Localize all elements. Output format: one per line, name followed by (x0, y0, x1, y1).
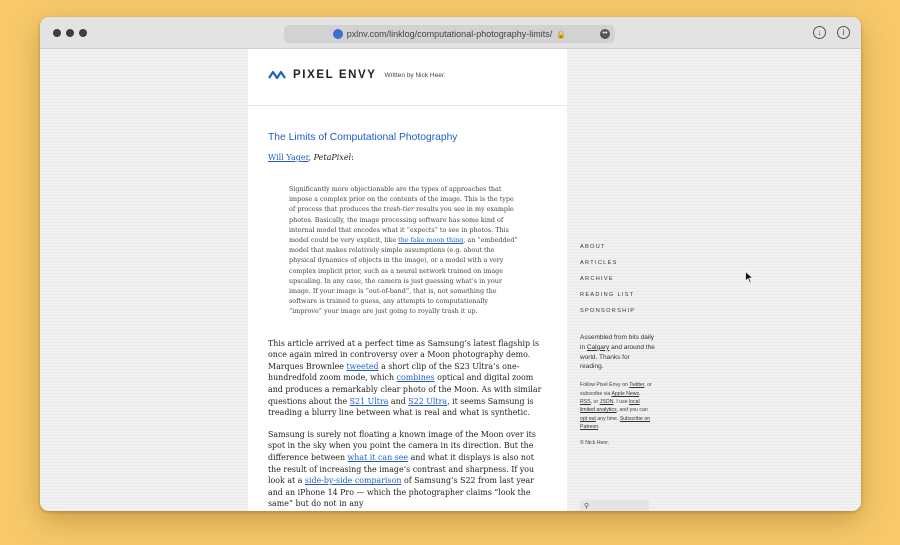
what-it-can-see-link[interactable]: what it can see (348, 453, 409, 462)
nav-sponsorship[interactable]: SPONSORSHIP (580, 303, 670, 319)
note-text: any time. (595, 415, 620, 422)
nav-reading-list[interactable]: READING LIST (580, 287, 670, 303)
site-brand: PIXEL ENVY (293, 69, 377, 81)
close-dot[interactable] (53, 29, 61, 37)
post-attribution: Will Yager, PetaPixel: (268, 153, 354, 162)
twitter-link[interactable]: Twitter (629, 382, 644, 388)
zoom-dot[interactable] (79, 29, 87, 37)
s21-ultra-link[interactable]: S21 Ultra (350, 397, 389, 406)
ellipsis-icon[interactable]: •• (600, 29, 610, 39)
url-text: pxlnv.com/linklog/computational-photogra… (346, 29, 553, 39)
site-logo[interactable]: PIXEL ENVY Written by Nick Heer. (268, 69, 445, 81)
site-byline: Written by Nick Heer. (384, 71, 446, 79)
tweeted-link[interactable]: tweeted (346, 362, 378, 371)
browser-titlebar: pxlnv.com/linklog/computational-photogra… (40, 17, 861, 49)
search-input[interactable]: ⚲ (580, 500, 649, 511)
quote-text: , an “embedded” model that makes relativ… (289, 236, 518, 316)
info-icon[interactable]: i (837, 26, 850, 39)
nav-archive[interactable]: ARCHIVE (580, 271, 670, 287)
page-viewport: PIXEL ENVY Written by Nick Heer. The Lim… (40, 49, 861, 511)
author-link[interactable]: Will Yager (268, 153, 309, 162)
apple-news-link[interactable]: Apple News (611, 391, 639, 397)
calgary-link[interactable]: Calgary (587, 344, 609, 351)
logo-wave-icon (268, 70, 286, 80)
window-controls (53, 29, 87, 37)
note-text: Follow Pixel Envy on (580, 382, 630, 389)
rss-link[interactable]: RSS (580, 399, 591, 405)
paragraph-2: Samsung is surely not floating a known i… (268, 429, 547, 510)
paragraph-1: This article arrived at a perfect time a… (268, 338, 547, 419)
lock-icon: 🔒 (556, 29, 567, 39)
post-content: The Limits of Computational Photography … (248, 132, 567, 510)
combines-link[interactable]: combines (397, 373, 435, 382)
address-bar[interactable]: pxlnv.com/linklog/computational-photogra… (284, 25, 615, 43)
paragraph-text: and (388, 396, 409, 406)
browser-window: pxlnv.com/linklog/computational-photogra… (40, 17, 861, 511)
note-text: , or (590, 399, 600, 405)
note-text: , and you can (616, 407, 648, 414)
json-link[interactable]: JSON (600, 399, 614, 405)
note-text: , (639, 390, 641, 397)
opt-out-link[interactable]: opt out (580, 416, 596, 422)
note-text: . I use (613, 399, 630, 405)
sidebar: ABOUT ARTICLES ARCHIVE READING LIST SPON… (580, 239, 670, 446)
minimize-dot[interactable] (66, 29, 74, 37)
fake-moon-link[interactable]: the fake moon thing (398, 236, 463, 244)
download-icon[interactable]: ↓ (813, 26, 826, 39)
post-title[interactable]: The Limits of Computational Photography (268, 132, 547, 143)
side-by-side-link[interactable]: side-by-side comparison (305, 476, 402, 485)
nav-articles[interactable]: ARTICLES (580, 255, 670, 271)
quote-emphasis: trash-tier (383, 205, 415, 214)
search-icon: ⚲ (584, 503, 590, 510)
sidebar-follow-note: Follow Pixel Envy on Twitter, or subscri… (580, 381, 652, 431)
blockquote: Significantly more objectionable are the… (289, 184, 519, 317)
source-name: PetaPixel (313, 153, 352, 162)
site-favicon-icon (332, 29, 343, 39)
nav-about[interactable]: ABOUT (580, 239, 670, 255)
note-text: . (598, 424, 600, 431)
masthead: PIXEL ENVY Written by Nick Heer. (248, 49, 567, 106)
sidebar-blurb: Assembled from bits daily in Calgary and… (580, 333, 655, 372)
article-column: PIXEL ENVY Written by Nick Heer. The Lim… (248, 49, 567, 511)
copyright: © Nick Heer. (580, 439, 610, 446)
s22-ultra-link[interactable]: S22 Ultra (408, 397, 447, 406)
mouse-cursor-icon (745, 271, 754, 284)
